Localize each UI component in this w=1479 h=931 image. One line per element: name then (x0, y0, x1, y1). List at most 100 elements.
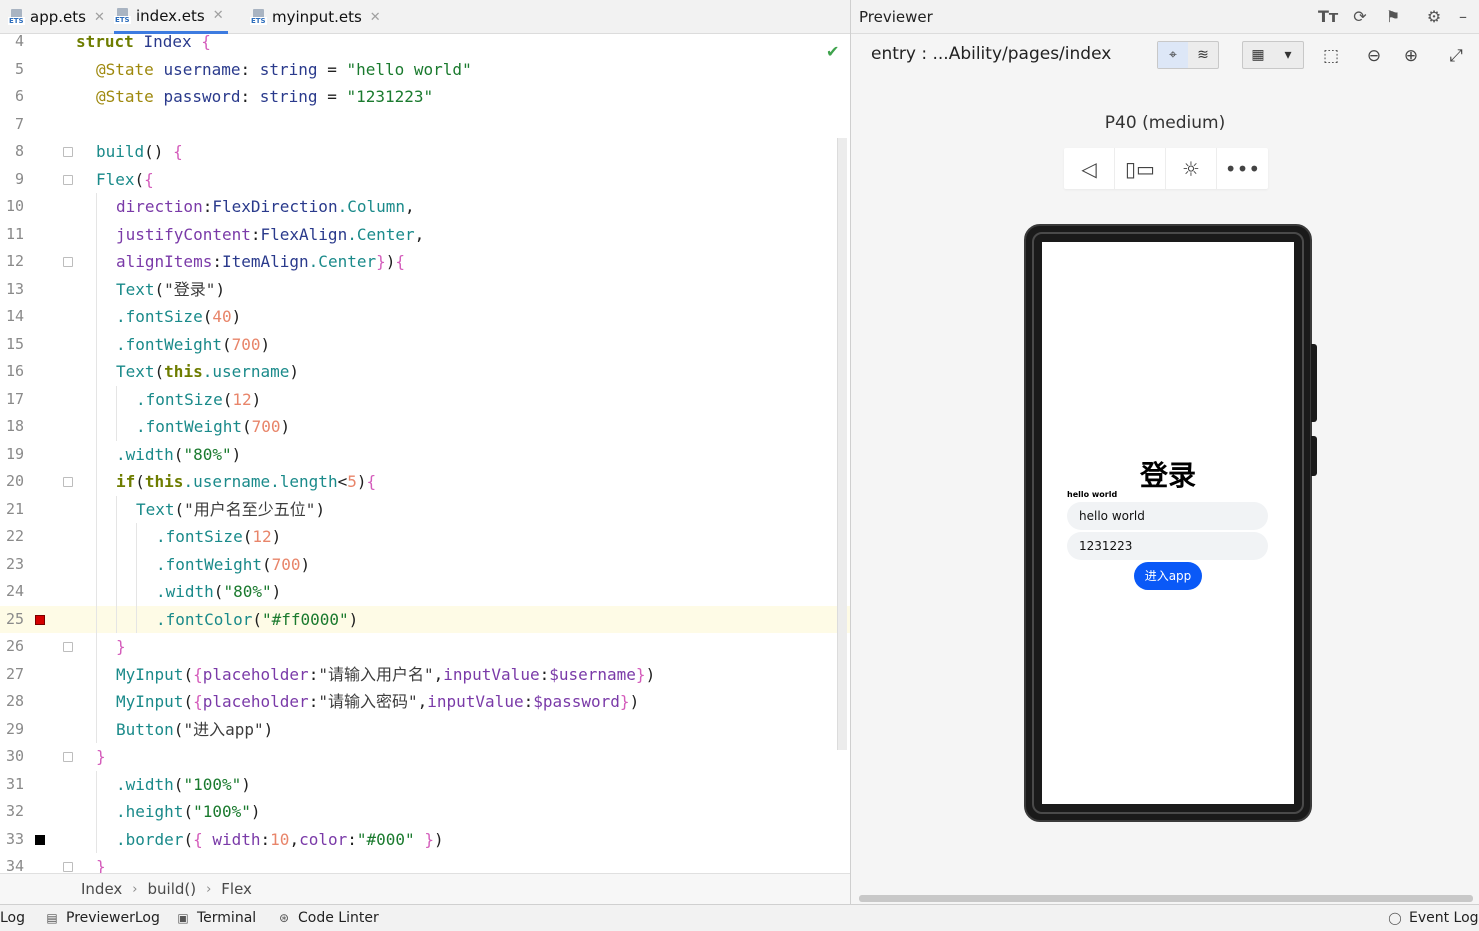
code-line[interactable]: 16 Text(this.username) (0, 358, 850, 386)
fit-screen-icon[interactable]: ⬚ (1320, 45, 1342, 67)
close-icon[interactable]: ✕ (94, 10, 105, 25)
zoom-in-icon[interactable]: ⊕ (1400, 45, 1422, 67)
line-number: 4 (14, 34, 24, 50)
code-line[interactable]: 21 Text("用户名至少五位") (0, 495, 850, 523)
gear-icon[interactable]: ⚙ (1424, 7, 1444, 27)
code-text: Text("登录") (116, 279, 226, 299)
more-icon[interactable]: ••• (1217, 148, 1268, 189)
fold-icon[interactable] (63, 174, 73, 185)
code-line[interactable]: 10 direction:FlexDirection.Column, (0, 193, 850, 221)
app-password-input[interactable]: 1231223 (1067, 532, 1268, 560)
indent-guide (136, 523, 137, 551)
breadcrumb-item-build[interactable]: build() (148, 880, 197, 898)
log-tab[interactable]: Log (0, 910, 25, 926)
code-linter-tab[interactable]: ⊛ Code Linter (276, 910, 379, 926)
line-number: 15 (5, 334, 24, 353)
previewer-log-tab[interactable]: ▤ PreviewerLog (44, 910, 160, 926)
previewer-horizontal-scrollbar[interactable] (859, 895, 1473, 902)
chevron-down-icon[interactable]: ▾ (1273, 42, 1303, 68)
indent-guide (136, 578, 137, 606)
editor-vertical-scrollbar[interactable] (837, 138, 847, 750)
close-icon[interactable]: ✕ (370, 10, 381, 25)
code-line[interactable]: 11 justifyContent:FlexAlign.Center, (0, 220, 850, 248)
tab-index-ets[interactable]: ETS index.ets ✕ (114, 0, 228, 34)
breadcrumb-item-index[interactable]: Index (81, 880, 122, 898)
expand-icon[interactable]: ⤢ (1445, 45, 1467, 67)
code-line[interactable]: 5 @State username: string = "hello world" (0, 56, 850, 84)
indent-guide (96, 385, 97, 413)
indent-guide (96, 605, 97, 633)
inspector-icon[interactable]: ⌖ (1158, 42, 1188, 68)
pin-icon[interactable]: ⚑ (1383, 7, 1403, 27)
code-line[interactable]: 19 .width("80%") (0, 440, 850, 468)
layers-icon[interactable]: ≋ (1188, 42, 1218, 68)
zoom-out-icon[interactable]: ⊖ (1363, 45, 1385, 67)
indent-guide (96, 578, 97, 606)
code-line[interactable]: 4 struct Index { (0, 34, 850, 56)
code-line[interactable]: 12 alignItems:ItemAlign.Center}){ (0, 248, 850, 276)
fold-icon[interactable] (63, 642, 73, 652)
rotate-icon[interactable]: ▯▭ (1115, 148, 1166, 189)
code-line[interactable]: 30} (0, 743, 850, 771)
code-text: .fontWeight(700) (156, 554, 311, 574)
code-line[interactable]: 20 if(this.username.length<5){ (0, 468, 850, 496)
fold-icon[interactable] (63, 147, 73, 157)
code-line[interactable]: 27 MyInput({placeholder:"请输入用户名",inputVal… (0, 660, 850, 688)
code-line[interactable]: 14 .fontSize(40) (0, 303, 850, 331)
code-line[interactable]: 22 .fontSize(12) (0, 523, 850, 551)
indent-guide (96, 495, 97, 523)
app-username-input[interactable]: hello world (1067, 502, 1268, 530)
code-line[interactable]: 33 .border({ width:10,color:"#000" }) (0, 825, 850, 853)
app-enter-button[interactable]: 进入app (1134, 562, 1202, 590)
code-area[interactable]: 4 struct Index {5 @State username: string … (0, 34, 850, 873)
code-line[interactable]: 6 @State password: string = "1231223" (0, 83, 850, 111)
event-log-tab[interactable]: ◯ Event Log (1387, 910, 1478, 926)
line-number: 10 (5, 197, 24, 215)
code-line[interactable]: 25 .fontColor("#ff0000") (0, 605, 850, 633)
tab-app-ets[interactable]: ETS app.ets ✕ (8, 0, 105, 34)
code-line[interactable]: 9 Flex({ (0, 166, 850, 194)
fold-icon[interactable] (63, 752, 73, 762)
phone-power-button (1311, 436, 1317, 476)
code-text: .fontSize(12) (136, 389, 262, 409)
line-number: 25 (5, 609, 24, 628)
line-number: 28 (5, 692, 24, 710)
entry-page-selector[interactable]: entry : ...Ability/pages/index (871, 44, 1111, 64)
code-line[interactable]: 26} (0, 633, 850, 661)
terminal-tab[interactable]: ▣ Terminal (175, 910, 256, 926)
code-line[interactable]: 7 (0, 111, 850, 139)
font-size-icon[interactable]: Tт (1318, 7, 1338, 27)
code-line[interactable]: 23 .fontWeight(700) (0, 550, 850, 578)
code-line[interactable]: 29 Button("进入app") (0, 715, 850, 743)
code-line[interactable]: 8 build() { (0, 138, 850, 166)
code-line[interactable]: 24 .width("80%") (0, 578, 850, 606)
close-icon[interactable]: ✕ (213, 8, 224, 23)
tab-myinput-ets[interactable]: ETS myinput.ets ✕ (250, 0, 381, 34)
code-line[interactable]: 13 Text("登录") (0, 275, 850, 303)
code-text: alignItems:ItemAlign.Center}){ (116, 252, 406, 271)
line-number: 14 (5, 307, 24, 325)
brightness-icon[interactable]: ☼ (1166, 148, 1217, 189)
phone-volume-button (1311, 344, 1317, 422)
multi-device-icon[interactable]: ▦ (1243, 42, 1273, 68)
code-line[interactable]: 34} (0, 853, 850, 873)
breakpoint-icon[interactable] (35, 614, 45, 625)
code-line[interactable]: 28 MyInput({placeholder:"请输入密码",inputValu… (0, 688, 850, 716)
code-line[interactable]: 17 .fontSize(12) (0, 385, 850, 413)
fold-icon[interactable] (63, 257, 73, 267)
phone-screen[interactable]: 登录 hello world hello world 1231223 进入app (1042, 242, 1294, 804)
breadcrumb-item-flex[interactable]: Flex (221, 880, 252, 898)
code-line[interactable]: 18 .fontWeight(700) (0, 413, 850, 441)
fold-icon[interactable] (63, 862, 73, 872)
editor-tab-bar: ETS app.ets ✕ ETS index.ets ✕ ETS myinpu… (0, 0, 850, 34)
minimize-icon[interactable]: – (1453, 7, 1473, 27)
indent-guide (96, 523, 97, 551)
indent-guide (96, 770, 97, 798)
breadcrumb: Index › build() › Flex (0, 873, 850, 904)
refresh-icon[interactable]: ⟳ (1350, 7, 1370, 27)
fold-icon[interactable] (63, 477, 73, 487)
code-line[interactable]: 15 .fontWeight(700) (0, 330, 850, 358)
code-line[interactable]: 32 .height("100%") (0, 798, 850, 826)
code-line[interactable]: 31 .width("100%") (0, 770, 850, 798)
back-icon[interactable]: ◁ (1064, 148, 1115, 189)
